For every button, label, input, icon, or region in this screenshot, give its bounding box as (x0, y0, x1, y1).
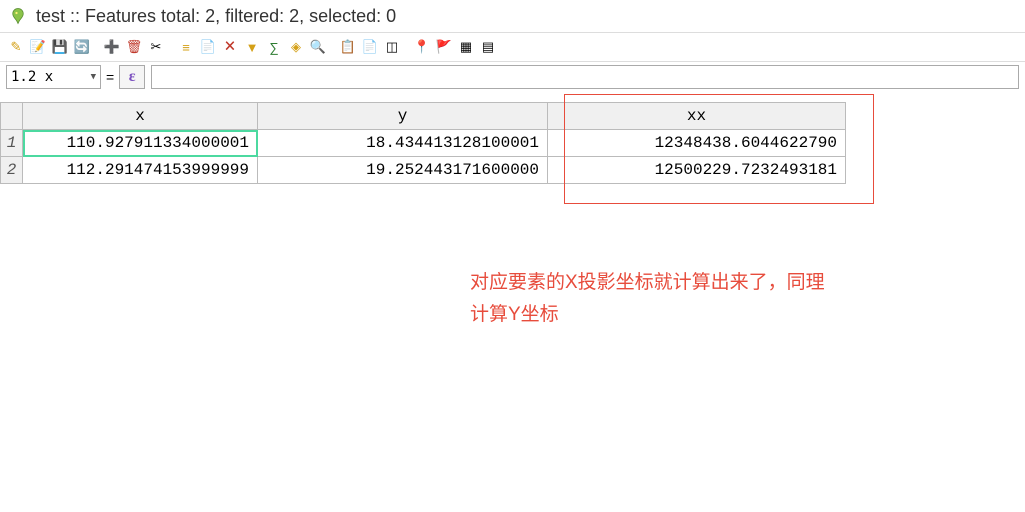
field-selector-value: 1.2 x (11, 69, 53, 85)
expression-input[interactable] (151, 65, 1019, 89)
toggle-edit-icon[interactable]: ✎ (6, 37, 26, 57)
select-equal-icon[interactable]: ≡ (176, 37, 196, 57)
zoom-selected-icon[interactable]: 🔍 (308, 37, 328, 57)
cut-features-icon[interactable]: ✂ (146, 37, 166, 57)
chevron-down-icon: ▼ (85, 72, 96, 82)
field-selector[interactable]: 1.2 x ▼ (6, 65, 101, 89)
field-calculator-bar: 1.2 x ▼ = ε (0, 61, 1025, 92)
title-bar: test :: Features total: 2, filtered: 2, … (0, 0, 1025, 32)
delete-field-icon[interactable]: 🗙 (220, 37, 240, 57)
attribute-table-wrap: x y xx 1 110.927911334000001 18.43441312… (0, 102, 1025, 184)
add-feature-icon[interactable]: ➕ (102, 37, 122, 57)
filter-icon[interactable]: ▼ (242, 37, 262, 57)
annotation-text: 对应要素的X投影坐标就计算出来了，同理 计算Y坐标 (470, 267, 825, 332)
attribute-table: x y xx 1 110.927911334000001 18.43441312… (0, 102, 846, 184)
multiedit-icon[interactable]: 📝 (28, 37, 48, 57)
table-header-row: x y xx (1, 103, 846, 130)
cell-xx[interactable]: 12348438.6044622790 (548, 130, 846, 157)
cell-xx[interactable]: 12500229.7232493181 (548, 157, 846, 184)
expression-dialog-button[interactable]: ε (119, 65, 145, 89)
dock-icon[interactable]: ◫ (382, 37, 402, 57)
cell-y[interactable]: 19.252443171600000 (258, 157, 548, 184)
column-header-x[interactable]: x (23, 103, 258, 130)
window-title: test :: Features total: 2, filtered: 2, … (36, 6, 396, 27)
row-number[interactable]: 2 (1, 157, 23, 184)
pin-icon[interactable]: 📍 (412, 37, 432, 57)
corner-cell[interactable] (1, 103, 23, 130)
new-field-icon[interactable]: 📄 (198, 37, 218, 57)
column-header-xx[interactable]: xx (548, 103, 846, 130)
delete-feature-icon[interactable]: 🗑 (124, 37, 144, 57)
flag-icon[interactable]: 🚩 (434, 37, 454, 57)
copy-icon[interactable]: 📋 (338, 37, 358, 57)
cell-x[interactable]: 110.927911334000001 (23, 130, 258, 157)
table-row[interactable]: 2 112.291474153999999 19.252443171600000… (1, 157, 846, 184)
conditional-format-icon[interactable]: ▤ (478, 37, 498, 57)
table-row[interactable]: 1 110.927911334000001 18.434413128100001… (1, 130, 846, 157)
row-number[interactable]: 1 (1, 130, 23, 157)
cell-x[interactable]: 112.291474153999999 (23, 157, 258, 184)
actions-icon[interactable]: ▦ (456, 37, 476, 57)
select-all-icon[interactable]: ◈ (286, 37, 306, 57)
select-by-expr-icon[interactable]: ∑ (264, 37, 284, 57)
equals-label: = (103, 69, 117, 85)
main-toolbar: ✎ 📝 💾 🔄 ➕ 🗑 ✂ ≡ 📄 🗙 ▼ ∑ ◈ 🔍 📋 📄 ◫ 📍 🚩 ▦ … (0, 32, 1025, 61)
cell-y[interactable]: 18.434413128100001 (258, 130, 548, 157)
column-header-y[interactable]: y (258, 103, 548, 130)
reload-icon[interactable]: 🔄 (72, 37, 92, 57)
paste-icon[interactable]: 📄 (360, 37, 380, 57)
save-edits-icon[interactable]: 💾 (50, 37, 70, 57)
app-logo-icon (8, 6, 28, 26)
